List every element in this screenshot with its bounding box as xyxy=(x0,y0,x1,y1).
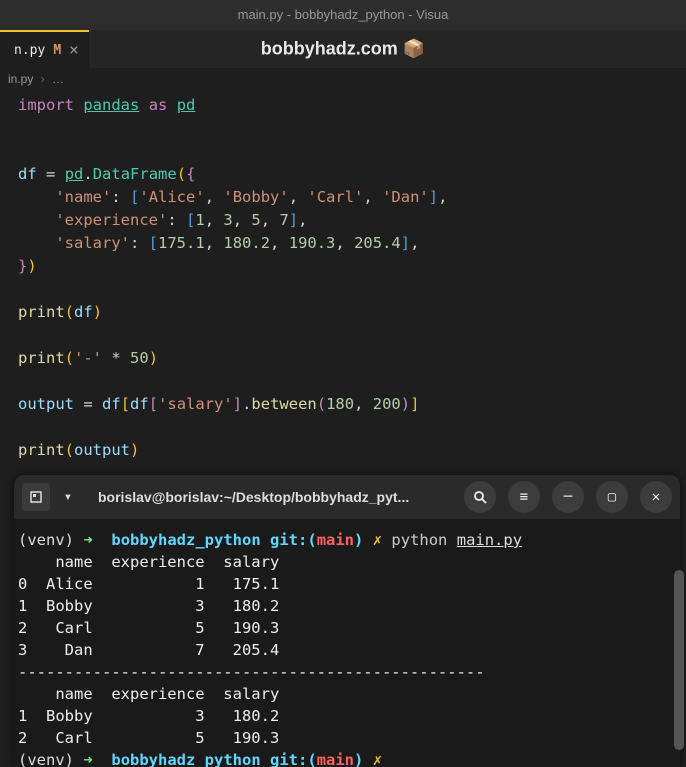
keyword: as xyxy=(149,96,168,114)
git-label: git:( xyxy=(270,751,317,767)
minimize-icon[interactable]: ─ xyxy=(552,481,584,513)
maximize-icon[interactable]: ▢ xyxy=(596,481,628,513)
number: 200 xyxy=(373,395,401,413)
variable: df xyxy=(74,303,93,321)
scrollbar[interactable] xyxy=(674,570,684,750)
function: print xyxy=(18,349,65,367)
number: 50 xyxy=(130,349,149,367)
table-header: name experience salary xyxy=(18,553,279,571)
string: 'Dan' xyxy=(382,188,429,206)
method: between xyxy=(251,395,316,413)
dirty-icon: ✗ xyxy=(373,531,382,549)
variable: output xyxy=(18,395,74,413)
window-titlebar: main.py - bobbyhadz_python - Visua xyxy=(0,0,686,30)
separator: ----------------------------------------… xyxy=(18,663,485,681)
table-row: 1 Bobby 3 180.2 xyxy=(18,597,279,615)
box-icon: 📦 xyxy=(403,39,425,59)
module: pandas xyxy=(83,96,139,114)
tab-main-py[interactable]: n.py M × xyxy=(0,30,89,68)
prompt-arrow-icon: ➜ xyxy=(83,751,92,767)
search-icon[interactable] xyxy=(464,481,496,513)
number: 175.1 xyxy=(158,234,205,252)
cwd: bobbyhadz_python xyxy=(111,751,260,767)
tab-modified-indicator: M xyxy=(53,43,61,58)
close-icon[interactable]: ✕ xyxy=(640,481,672,513)
command-arg: main.py xyxy=(457,531,522,549)
terminal-header: ▾ borislav@borislav:~/Desktop/bobbyhadz_… xyxy=(14,475,680,519)
dirty-icon: ✗ xyxy=(373,751,382,767)
keyword: import xyxy=(18,96,74,114)
number: 5 xyxy=(251,211,260,229)
string: 'experience' xyxy=(55,211,167,229)
command: python xyxy=(391,531,447,549)
terminal-new-tab-button[interactable] xyxy=(22,483,50,511)
class: DataFrame xyxy=(93,165,177,183)
string: 'salary' xyxy=(55,234,130,252)
string: 'salary' xyxy=(158,395,233,413)
number: 180 xyxy=(326,395,354,413)
tab-close-icon[interactable]: × xyxy=(69,42,79,58)
terminal-dropdown-icon[interactable]: ▾ xyxy=(58,483,78,511)
terminal-window: ▾ borislav@borislav:~/Desktop/bobbyhadz_… xyxy=(14,475,680,767)
string: 'Carl' xyxy=(307,188,363,206)
variable: df xyxy=(130,395,149,413)
cwd: bobbyhadz_python xyxy=(111,531,260,549)
table-row: 1 Bobby 3 180.2 xyxy=(18,707,279,725)
string: 'name' xyxy=(55,188,111,206)
venv-label: (venv) xyxy=(18,531,74,549)
watermark-text: bobbyhadz.com xyxy=(261,39,398,59)
variable: output xyxy=(74,441,130,459)
table-row: 0 Alice 1 175.1 xyxy=(18,575,279,593)
breadcrumb-file: in.py xyxy=(8,72,33,86)
git-branch: main xyxy=(317,531,354,549)
string: '-' xyxy=(74,349,102,367)
tab-filename: n.py xyxy=(14,43,45,58)
table-row: 2 Carl 5 190.3 xyxy=(18,729,279,747)
module-ref: pd xyxy=(65,165,84,183)
chevron-right-icon: › xyxy=(41,72,45,86)
git-branch: main xyxy=(317,751,354,767)
menu-icon[interactable]: ≡ xyxy=(508,481,540,513)
table-row: 2 Carl 5 190.3 xyxy=(18,619,279,637)
number: 190.3 xyxy=(289,234,336,252)
watermark: bobbyhadz.com 📦 xyxy=(261,39,425,60)
table-row: 3 Dan 7 205.4 xyxy=(18,641,279,659)
string: 'Bobby' xyxy=(223,188,288,206)
number: 7 xyxy=(279,211,288,229)
breadcrumb[interactable]: in.py › … xyxy=(0,68,686,90)
terminal-title: borislav@borislav:~/Desktop/bobbyhadz_py… xyxy=(86,489,452,505)
variable: df xyxy=(18,165,37,183)
string: 'Alice' xyxy=(139,188,204,206)
venv-label: (venv) xyxy=(18,751,74,767)
terminal-output[interactable]: (venv) ➜ bobbyhadz_python git:(main) ✗ p… xyxy=(14,519,680,767)
function: print xyxy=(18,441,65,459)
git-close: ) xyxy=(354,531,363,549)
git-close: ) xyxy=(354,751,363,767)
number: 1 xyxy=(195,211,204,229)
number: 180.2 xyxy=(223,234,270,252)
editor-tabs: n.py M × bobbyhadz.com 📦 xyxy=(0,30,686,68)
number: 205.4 xyxy=(354,234,401,252)
code-editor[interactable]: import pandas as pd df = pd.DataFrame({ … xyxy=(0,90,686,470)
variable: df xyxy=(102,395,121,413)
number: 3 xyxy=(223,211,232,229)
table-header: name experience salary xyxy=(18,685,279,703)
alias: pd xyxy=(177,96,196,114)
prompt-arrow-icon: ➜ xyxy=(83,531,92,549)
function: print xyxy=(18,303,65,321)
breadcrumb-more: … xyxy=(52,72,64,86)
git-label: git:( xyxy=(270,531,317,549)
